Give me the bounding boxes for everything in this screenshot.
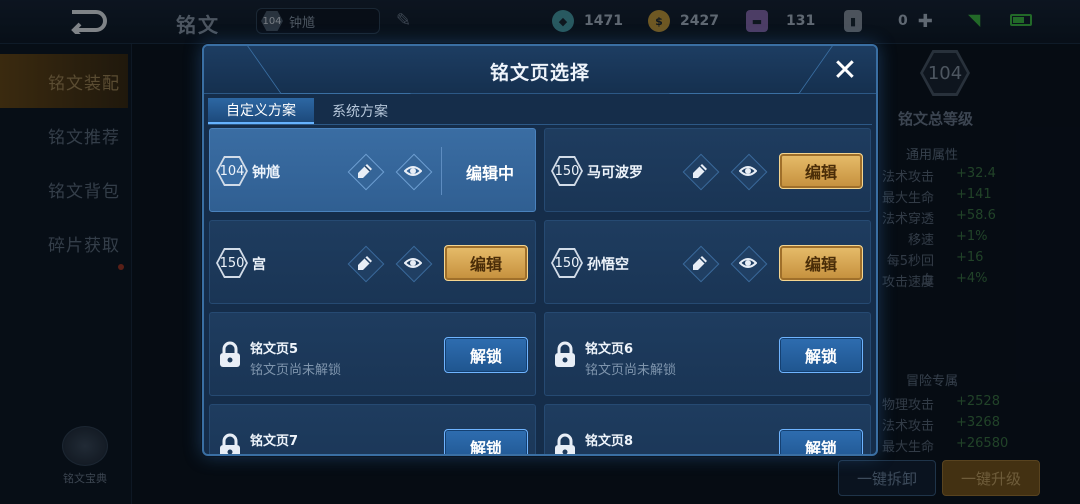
pen-icon xyxy=(693,164,707,178)
page-level-badge: 150 xyxy=(551,156,583,186)
locked-description: 铭文页尚未解锁 xyxy=(250,363,342,378)
eye-icon xyxy=(739,258,757,268)
rename-button[interactable] xyxy=(348,246,382,280)
page-card-2[interactable]: 150 马可波罗 编辑 xyxy=(544,128,871,212)
eye-icon xyxy=(739,166,757,176)
preview-button[interactable] xyxy=(396,246,430,280)
locked-page-card-5: 铭文页5 铭文页尚未解锁 解锁 xyxy=(209,312,536,396)
locked-description: 铭文页尚未解锁 xyxy=(585,363,677,378)
rename-button[interactable] xyxy=(683,154,717,188)
unlock-button[interactable]: 解锁 xyxy=(444,337,528,373)
dialog-header: 铭文页选择 ✕ xyxy=(204,46,876,94)
page-name: 铭文页5 xyxy=(250,342,299,357)
page-name: 钟馗 xyxy=(252,165,280,181)
page-card-4[interactable]: 150 孙悟空 编辑 xyxy=(544,220,871,304)
lock-icon xyxy=(555,341,575,367)
page-name: 铭文页6 xyxy=(585,342,634,357)
tab-divider xyxy=(208,124,872,125)
page-level-badge: 104 xyxy=(216,156,248,186)
card-divider xyxy=(441,147,442,195)
page-card-3[interactable]: 150 宫 编辑 xyxy=(209,220,536,304)
page-name: 马可波罗 xyxy=(587,165,643,181)
editing-status: 编辑中 xyxy=(465,164,514,183)
rename-button[interactable] xyxy=(683,246,717,280)
lock-icon xyxy=(220,341,240,367)
eye-icon xyxy=(404,258,422,268)
locked-page-card-8: 铭文页8 铭文页尚未解锁 解锁 xyxy=(544,404,871,454)
page-level-badge: 150 xyxy=(551,248,583,278)
page-select-dialog: 铭文页选择 ✕ 自定义方案 系统方案 104 钟馗 编辑中 150 马可波罗 编… xyxy=(202,44,878,456)
rename-button[interactable] xyxy=(348,154,382,188)
page-grid: 104 钟馗 编辑中 150 马可波罗 编辑 150 宫 编辑 150 孙悟空 … xyxy=(209,128,873,454)
pen-icon xyxy=(358,164,372,178)
eye-icon xyxy=(404,166,422,176)
pen-icon xyxy=(358,256,372,270)
locked-page-card-7: 铭文页7 铭文页尚未解锁 解锁 xyxy=(209,404,536,454)
locked-page-card-6: 铭文页6 铭文页尚未解锁 解锁 xyxy=(544,312,871,396)
page-name: 铭文页8 xyxy=(585,434,634,449)
tab-system-scheme[interactable]: 系统方案 xyxy=(314,98,406,124)
preview-button[interactable] xyxy=(731,154,765,188)
lock-icon xyxy=(555,433,575,454)
edit-button[interactable]: 编辑 xyxy=(779,153,863,189)
preview-button[interactable] xyxy=(396,154,430,188)
unlock-button[interactable]: 解锁 xyxy=(444,429,528,454)
unlock-button[interactable]: 解锁 xyxy=(779,429,863,454)
lock-icon xyxy=(220,433,240,454)
page-name: 宫 xyxy=(252,257,266,273)
preview-button[interactable] xyxy=(731,246,765,280)
scheme-tabs: 自定义方案 系统方案 xyxy=(208,98,406,124)
page-name: 铭文页7 xyxy=(250,434,299,449)
page-level-badge: 150 xyxy=(216,248,248,278)
page-card-1[interactable]: 104 钟馗 编辑中 xyxy=(209,128,536,212)
close-icon[interactable]: ✕ xyxy=(828,53,862,88)
unlock-button[interactable]: 解锁 xyxy=(779,337,863,373)
edit-button[interactable]: 编辑 xyxy=(779,245,863,281)
locked-description: 铭文页尚未解锁 xyxy=(250,451,341,454)
page-name: 孙悟空 xyxy=(587,257,629,273)
pen-icon xyxy=(693,256,707,270)
edit-button[interactable]: 编辑 xyxy=(444,245,528,281)
dialog-title: 铭文页选择 xyxy=(489,62,590,84)
tab-custom-scheme[interactable]: 自定义方案 xyxy=(208,98,314,124)
locked-description: 铭文页尚未解锁 xyxy=(585,451,676,454)
